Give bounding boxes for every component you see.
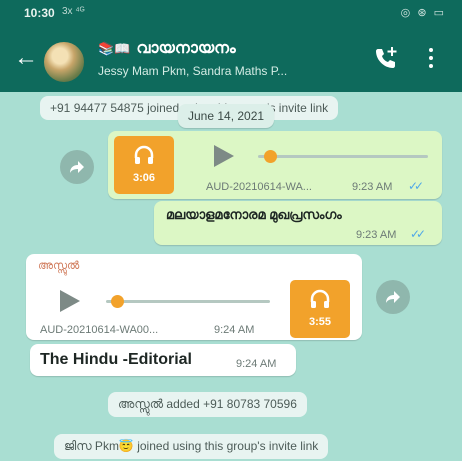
date-chip: June 14, 2021 bbox=[178, 104, 275, 128]
status-network: 3x ⁴ᴳ bbox=[62, 6, 85, 17]
headphones-icon bbox=[310, 289, 330, 308]
text-message-incoming: The Hindu -Editorial 9:24 AM bbox=[30, 344, 296, 376]
group-title: വായനായനം bbox=[136, 40, 236, 57]
audio-progress-handle[interactable] bbox=[111, 295, 125, 308]
audio-progress-track[interactable] bbox=[258, 155, 428, 158]
message-text: The Hindu -Editorial bbox=[40, 351, 192, 368]
audio-duration: 3:06 bbox=[132, 172, 156, 184]
status-time: 10:30 bbox=[24, 6, 55, 20]
status-icons: ◎ ⊛ ▭ bbox=[400, 7, 446, 19]
audio-progress-handle[interactable] bbox=[263, 150, 277, 163]
group-members[interactable]: Jessy Mam Pkm, Sandra Maths P... bbox=[98, 64, 348, 78]
message-text: മലയാളമനോരമ മുഖപ്രസംഗം bbox=[166, 207, 342, 222]
audio-thumbnail[interactable]: 3:06 bbox=[114, 136, 174, 194]
audio-file-name: AUD-20210614-WA00... bbox=[40, 324, 159, 336]
double-check-icon: ✓✓ bbox=[408, 179, 424, 193]
back-arrow-icon[interactable]: ← bbox=[14, 46, 38, 70]
message-time: 9:23 AM bbox=[356, 229, 397, 241]
message-time: 9:24 AM bbox=[236, 358, 277, 370]
text-message-outgoing: മലയാളമനോരമ മുഖപ്രസംഗം 9:23 AM ✓✓ bbox=[154, 201, 442, 245]
more-options-icon[interactable] bbox=[428, 48, 434, 68]
message-time: 9:24 AM bbox=[214, 324, 255, 336]
audio-thumbnail[interactable]: 3:55 bbox=[290, 280, 350, 338]
message-time: 9:23 AM bbox=[352, 181, 393, 193]
sender-name[interactable]: അസ്സുൽ bbox=[38, 260, 79, 273]
headphones-icon bbox=[134, 145, 154, 164]
audio-message-incoming: അസ്സുൽ AUD-20210614-WA00... 9:24 AM 3:55 bbox=[26, 254, 362, 340]
play-icon[interactable] bbox=[214, 145, 234, 167]
forward-button[interactable] bbox=[376, 280, 410, 314]
system-message-joined: ജിസ Pkm😇 joined using this group's invit… bbox=[54, 434, 329, 459]
group-emoji: 📚📖 bbox=[98, 41, 131, 56]
audio-progress-track[interactable] bbox=[106, 300, 270, 303]
play-icon[interactable] bbox=[60, 290, 80, 312]
system-message-added: അസ്സുൽ added +91 80783 70596 bbox=[108, 392, 307, 417]
chat-header: ← 📚📖 വായനായനം Jessy Mam Pkm, Sandra Maths… bbox=[0, 26, 462, 92]
group-name[interactable]: 📚📖 വായനായനം bbox=[98, 40, 236, 58]
add-call-icon[interactable] bbox=[372, 44, 400, 72]
group-avatar[interactable] bbox=[42, 40, 86, 84]
audio-duration: 3:55 bbox=[308, 316, 332, 328]
audio-file-name: AUD-20210614-WA... bbox=[206, 181, 312, 193]
double-check-icon: ✓✓ bbox=[410, 227, 426, 241]
chat-screen: 10:30 3x ⁴ᴳ ◎ ⊛ ▭ ← 📚📖 വായനായനം Jessy Mam… bbox=[0, 0, 462, 461]
audio-message-outgoing: 3:06 AUD-20210614-WA... 9:23 AM ✓✓ bbox=[108, 131, 442, 199]
status-bar: 10:30 3x ⁴ᴳ ◎ ⊛ ▭ bbox=[0, 0, 462, 26]
forward-button[interactable] bbox=[60, 150, 94, 184]
